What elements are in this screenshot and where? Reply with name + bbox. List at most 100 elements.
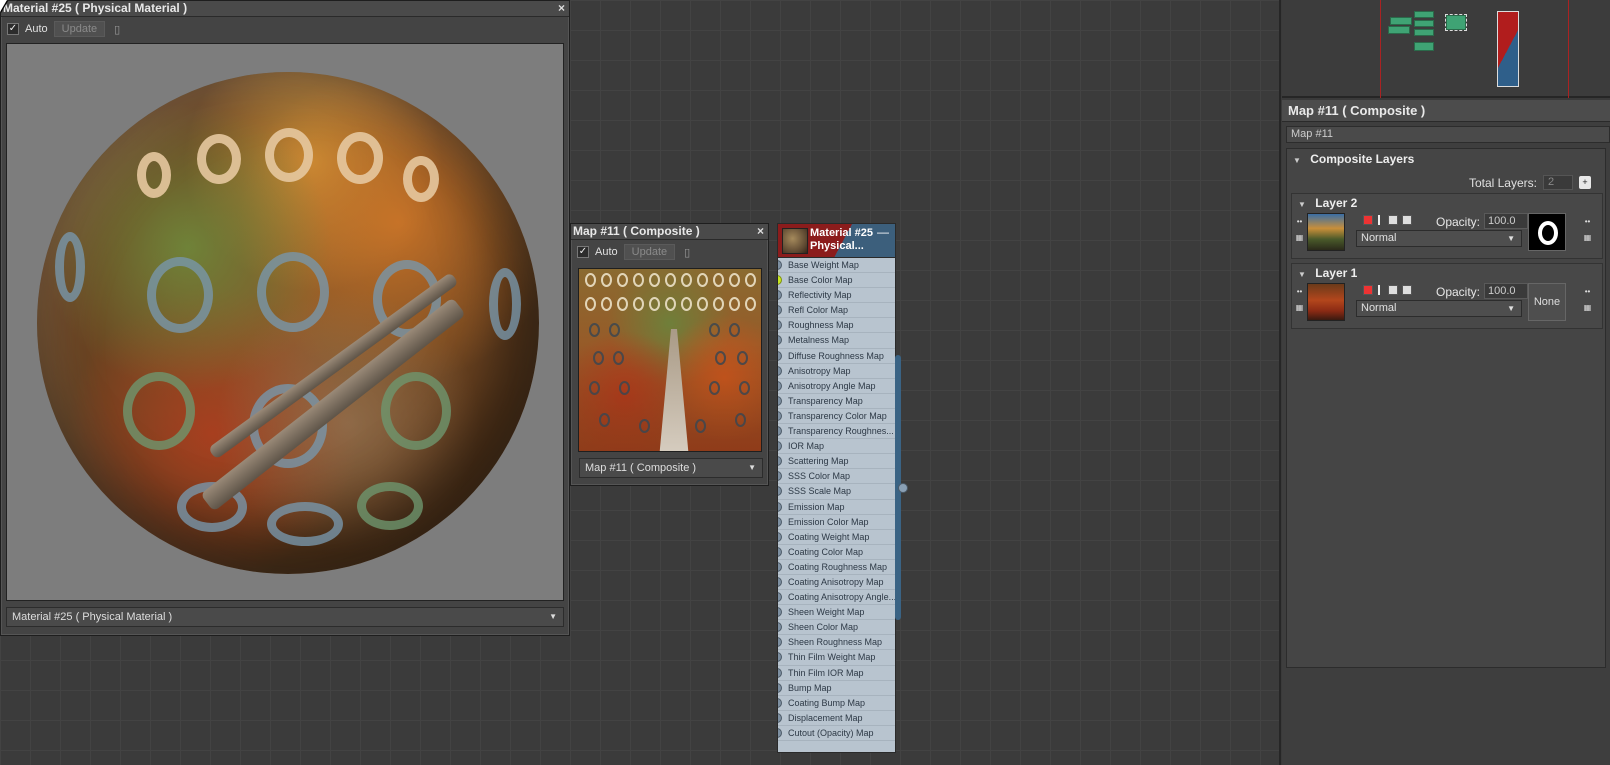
material-slot[interactable]: Coating Roughness Map <box>778 560 895 575</box>
close-icon[interactable]: × <box>757 224 764 239</box>
input-socket[interactable] <box>778 471 782 482</box>
material-slot[interactable]: Coating Bump Map <box>778 696 895 711</box>
input-socket[interactable] <box>778 365 782 376</box>
duplicate-layer-icon[interactable] <box>1388 215 1398 225</box>
layer-1-header[interactable]: ▼ Layer 1 <box>1292 264 1602 282</box>
material-slot[interactable]: Diffuse Roughness Map <box>778 349 895 364</box>
color-correct-icon[interactable]: ▦ <box>1294 302 1305 313</box>
input-socket[interactable] <box>778 576 782 587</box>
material-slot[interactable]: Emission Map <box>778 500 895 515</box>
layer-2-header[interactable]: ▼ Layer 2 <box>1292 194 1602 212</box>
material-slot[interactable]: Roughness Map <box>778 318 895 334</box>
input-socket[interactable] <box>778 561 782 572</box>
material-slot[interactable]: Refl Color Map <box>778 303 895 319</box>
material-slot[interactable]: Cutout (Opacity) Map <box>778 726 895 741</box>
close-icon[interactable]: × <box>558 1 565 16</box>
input-socket[interactable] <box>778 712 782 723</box>
material-node[interactable]: Material #25 Physical... — Base Weight M… <box>777 223 896 753</box>
panel-divider[interactable] <box>1279 0 1281 765</box>
rename-layer-icon[interactable] <box>1378 215 1380 225</box>
input-socket[interactable] <box>778 652 782 663</box>
layer-2-mask-thumbnail[interactable] <box>1528 213 1566 251</box>
input-socket[interactable] <box>778 275 782 286</box>
input-socket[interactable] <box>778 426 782 437</box>
mask-color-correct-icon[interactable]: ▦ <box>1582 232 1593 243</box>
input-socket[interactable] <box>778 607 782 618</box>
material-slot[interactable]: Coating Anisotropy Map <box>778 575 895 591</box>
material-slot[interactable]: Thin Film Weight Map <box>778 650 895 666</box>
material-slot[interactable]: Bump Map <box>778 681 895 696</box>
input-socket[interactable] <box>778 320 782 331</box>
material-slot[interactable]: Reflectivity Map <box>778 288 895 304</box>
rename-layer-icon[interactable] <box>1378 285 1380 295</box>
material-slot[interactable]: Sheen Weight Map <box>778 605 895 621</box>
input-socket[interactable] <box>778 516 782 527</box>
input-socket[interactable] <box>778 546 782 557</box>
input-socket[interactable] <box>778 350 782 361</box>
input-socket[interactable] <box>778 305 782 316</box>
map-name-field[interactable]: Map #11 <box>1286 126 1610 143</box>
delete-layer-icon[interactable] <box>1363 285 1373 295</box>
auto-checkbox[interactable]: ✓ <box>577 246 589 258</box>
blend-mode-select[interactable]: Normal ▼ <box>1356 230 1522 247</box>
input-socket[interactable] <box>778 727 782 738</box>
material-selector[interactable]: Material #25 ( Physical Material ) ▼ <box>6 607 564 627</box>
layer-1-texture-thumbnail[interactable] <box>1307 283 1345 321</box>
material-preview-viewport[interactable] <box>6 43 564 601</box>
material-slot[interactable]: SSS Color Map <box>778 469 895 485</box>
map-preview-image[interactable] <box>578 268 762 452</box>
visibility-toggle-icon[interactable]: •• <box>1294 286 1305 297</box>
material-slot[interactable]: Scattering Map <box>778 454 895 470</box>
input-socket[interactable] <box>778 531 782 542</box>
material-slot[interactable]: Sheen Color Map <box>778 620 895 636</box>
material-slot[interactable]: Metalness Map <box>778 333 895 349</box>
material-slot[interactable]: Thin Film IOR Map <box>778 666 895 681</box>
mask-color-correct-icon[interactable]: ▦ <box>1582 302 1593 313</box>
options-icon[interactable]: ▯ <box>681 246 693 259</box>
map-window-title[interactable]: Map #11 ( Composite ) × <box>571 224 768 240</box>
input-socket[interactable] <box>778 592 782 603</box>
material-slot[interactable]: SSS Scale Map <box>778 484 895 500</box>
blend-mode-select[interactable]: Normal ▼ <box>1356 300 1522 317</box>
input-socket[interactable] <box>778 456 782 467</box>
auto-checkbox[interactable]: ✓ <box>7 23 19 35</box>
material-slot[interactable]: Anisotropy Map <box>778 364 895 379</box>
material-slot[interactable]: Coating Weight Map <box>778 530 895 545</box>
material-slot[interactable]: IOR Map <box>778 439 895 455</box>
input-socket[interactable] <box>778 682 782 693</box>
input-socket[interactable] <box>778 697 782 708</box>
material-slot[interactable]: Transparency Roughnes... <box>778 424 895 440</box>
layer-2-texture-thumbnail[interactable] <box>1307 213 1345 251</box>
duplicate-layer-icon[interactable] <box>1388 285 1398 295</box>
copy-layer-icon[interactable] <box>1402 285 1412 295</box>
update-button[interactable]: Update <box>623 244 676 260</box>
material-slot[interactable]: Anisotropy Angle Map <box>778 379 895 394</box>
input-socket[interactable] <box>778 667 782 678</box>
material-slot[interactable]: Sheen Roughness Map <box>778 635 895 651</box>
input-socket[interactable] <box>778 486 782 497</box>
update-button[interactable]: Update <box>53 21 106 37</box>
navigator-panel[interactable] <box>1282 0 1610 98</box>
mask-visibility-icon[interactable]: •• <box>1582 286 1593 297</box>
minimize-icon[interactable]: — <box>877 225 889 239</box>
material-slot[interactable]: Base Color Map <box>778 273 895 289</box>
composite-layers-header[interactable]: ▼ Composite Layers <box>1287 149 1605 169</box>
material-node-header[interactable]: Material #25 Physical... — <box>778 224 895 258</box>
visibility-toggle-icon[interactable]: •• <box>1294 216 1305 227</box>
material-slot[interactable]: Base Weight Map <box>778 258 895 274</box>
input-socket[interactable] <box>778 335 782 346</box>
input-socket[interactable] <box>778 410 782 421</box>
material-window-title[interactable]: Material #25 ( Physical Material ) × <box>1 1 569 17</box>
input-socket[interactable] <box>778 290 782 301</box>
material-slot[interactable]: Transparency Map <box>778 394 895 409</box>
mask-visibility-icon[interactable]: •• <box>1582 216 1593 227</box>
input-socket[interactable] <box>778 637 782 648</box>
input-socket[interactable] <box>778 501 782 512</box>
material-node-output-socket[interactable] <box>898 483 908 493</box>
input-socket[interactable] <box>778 622 782 633</box>
material-slot[interactable]: Coating Color Map <box>778 545 895 560</box>
delete-layer-icon[interactable] <box>1363 215 1373 225</box>
input-socket[interactable] <box>778 441 782 452</box>
opacity-input[interactable]: 100.0 <box>1484 283 1528 299</box>
material-slot[interactable]: Coating Anisotropy Angle... <box>778 590 895 606</box>
